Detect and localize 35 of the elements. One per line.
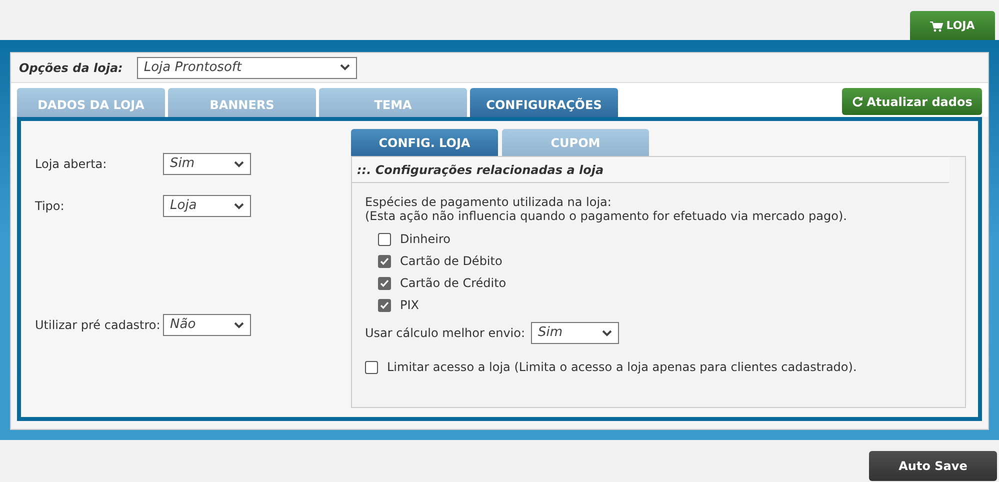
field-label: Usar cálculo melhor envio:	[365, 325, 526, 342]
auto-save-button[interactable]: Auto Save	[869, 451, 997, 481]
payment-note: (Esta ação não influencia quando o pagamento for efetuado via mercado pago).	[365, 209, 848, 223]
chevron-down-icon	[234, 322, 244, 328]
checkbox-label: Dinheiro	[400, 231, 451, 248]
tab[interactable]: CONFIG. LOJA	[351, 129, 498, 156]
dropdown[interactable]: Sim	[163, 153, 251, 175]
dropdown[interactable]: Sim	[531, 322, 620, 344]
checkbox[interactable]	[378, 298, 391, 312]
field-label: Tipo:	[35, 198, 66, 215]
checkbox[interactable]	[365, 360, 378, 374]
checkbox-label: Cartão de Crédito	[400, 275, 506, 292]
dropdown[interactable]: Loja	[163, 195, 251, 217]
store-button[interactable]: LOJA	[910, 11, 995, 42]
checkbox[interactable]	[378, 276, 391, 290]
payment-note: Espécies de pagamento utilizada na loja:	[365, 195, 612, 209]
checkbox-label: PIX	[400, 297, 419, 314]
chevron-down-icon	[602, 330, 612, 336]
section-title: ::. Configurações relacionadas a loja	[357, 162, 604, 178]
field-label: Loja aberta:	[35, 156, 108, 173]
chevron-down-icon	[340, 64, 350, 71]
field-label: Utilizar pré cadastro:	[35, 317, 162, 334]
checkbox-label: Limitar acesso a loja (Limita o acesso a loja apenas para clientes cadastrado).	[387, 359, 857, 376]
dropdown[interactable]: Não	[163, 314, 251, 336]
chevron-down-icon	[234, 160, 244, 168]
cart-icon	[930, 21, 944, 32]
tab[interactable]: CONFIGURAÇÕES	[470, 88, 618, 117]
chevron-down-icon	[234, 202, 244, 210]
checkbox-label: Cartão de Débito	[400, 253, 502, 270]
store-options-label: Opções da loja:	[19, 60, 123, 76]
checkbox[interactable]	[378, 254, 391, 268]
refresh-button[interactable]: Atualizar dados	[842, 88, 982, 115]
refresh-icon	[852, 96, 863, 107]
dropdown[interactable]: Loja Prontosoft	[136, 56, 357, 78]
checkbox[interactable]	[378, 232, 391, 246]
